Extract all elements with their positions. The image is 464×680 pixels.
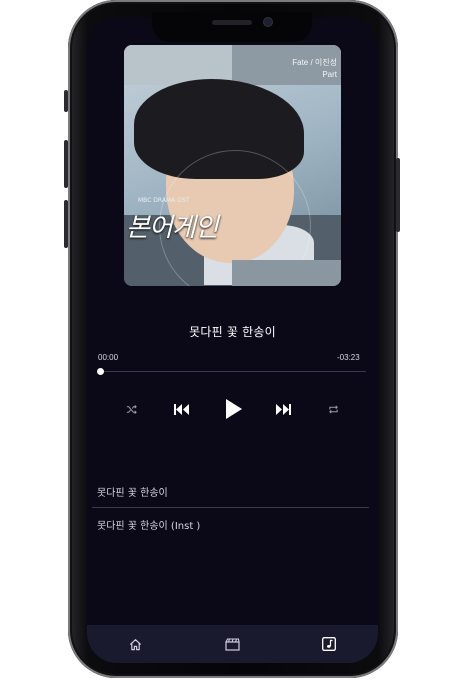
next-button[interactable] bbox=[273, 400, 293, 418]
playlist-divider bbox=[92, 507, 369, 508]
home-icon bbox=[129, 638, 141, 650]
clapper-icon bbox=[224, 637, 240, 651]
album-art-caption: MBC DRAMA OST bbox=[138, 197, 190, 204]
album-art-meta: Fate / 이진성 Part bbox=[292, 57, 337, 81]
power-button bbox=[396, 158, 400, 232]
progress-track[interactable] bbox=[100, 371, 366, 372]
playlist-item-2[interactable]: 못다핀 꽃 한송이 (Inst ) bbox=[97, 517, 369, 532]
mute-switch bbox=[64, 90, 68, 112]
album-art: Fate / 이진성 Part MBC DRAMA OST 본어게인 bbox=[124, 45, 341, 286]
playlist-item-1[interactable]: 못다핀 꽃 한송이 bbox=[97, 484, 369, 499]
album-art-artist: Fate / 이진성 bbox=[292, 58, 337, 67]
play-button[interactable] bbox=[222, 397, 246, 421]
progress-knob[interactable] bbox=[97, 368, 104, 375]
album-art-title: 본어게인 bbox=[126, 213, 219, 243]
song-title: 못다핀 꽃 한송이 bbox=[189, 325, 276, 339]
album-art-part: Part bbox=[322, 70, 337, 79]
music-note-icon bbox=[322, 637, 336, 651]
earpiece-speaker bbox=[212, 20, 252, 25]
previous-icon bbox=[173, 403, 189, 415]
previous-button[interactable] bbox=[171, 400, 191, 418]
shuffle-button[interactable] bbox=[123, 401, 139, 417]
album-art-bottom-band bbox=[232, 260, 341, 286]
volume-up-button bbox=[64, 140, 68, 188]
nav-music-button[interactable] bbox=[318, 633, 340, 655]
elapsed-time: 00:00 bbox=[98, 353, 119, 362]
next-icon bbox=[275, 403, 291, 415]
front-camera bbox=[264, 18, 272, 26]
nav-video-button[interactable] bbox=[221, 633, 243, 655]
notch bbox=[152, 12, 312, 42]
nav-home-button[interactable] bbox=[124, 633, 146, 655]
remaining-time: -03:23 bbox=[337, 353, 360, 362]
repeat-button[interactable] bbox=[325, 401, 341, 417]
shuffle-icon bbox=[126, 404, 137, 414]
play-icon bbox=[226, 399, 242, 419]
volume-down-button bbox=[64, 200, 68, 248]
repeat-icon bbox=[328, 404, 338, 414]
